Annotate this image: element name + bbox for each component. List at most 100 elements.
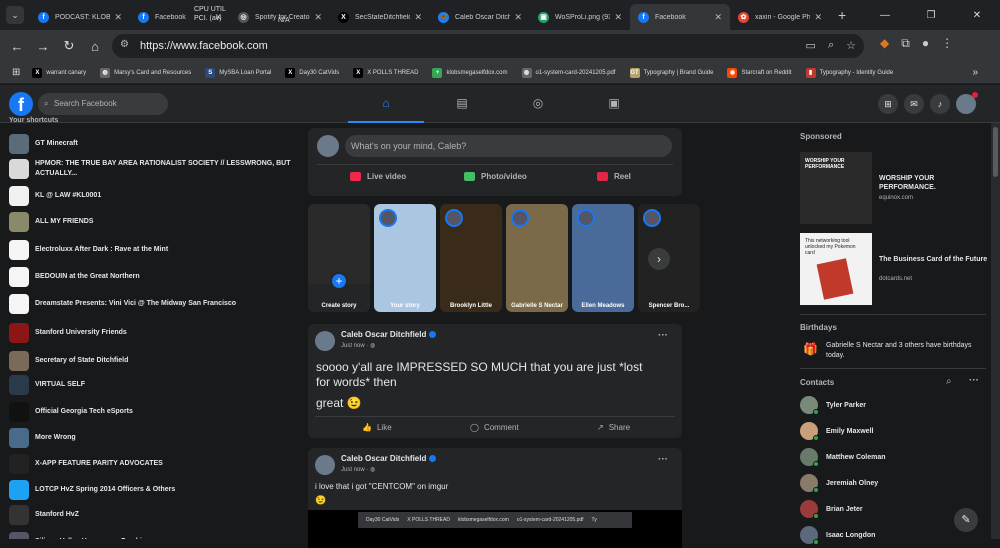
- post-avatar[interactable]: [315, 455, 335, 475]
- shortcut-item[interactable]: BEDOUIN at the Great Northern: [9, 267, 299, 287]
- live-video-button[interactable]: Live video: [350, 172, 406, 181]
- new-message-icon[interactable]: ✎: [954, 508, 978, 532]
- post-options-icon[interactable]: ···: [658, 330, 668, 341]
- post-author[interactable]: Caleb Oscar Ditchfield: [341, 330, 437, 339]
- shortcut-item[interactable]: Silicon Valley Humans vs Zombies: [9, 532, 299, 539]
- more-bookmarks-icon[interactable]: »: [972, 67, 978, 78]
- reload-icon[interactable]: ↻: [56, 38, 82, 54]
- story-card[interactable]: Ellen Meadows: [572, 204, 634, 312]
- share-button[interactable]: ↗ Share: [597, 423, 630, 432]
- tab-close-icon[interactable]: ✕: [414, 12, 422, 23]
- tab-close-icon[interactable]: ✕: [614, 12, 622, 23]
- contact-item[interactable]: Matthew Coleman: [800, 448, 886, 467]
- site-info-icon[interactable]: ⚙: [120, 39, 129, 50]
- post-timestamp[interactable]: Just now · ◍: [341, 342, 375, 349]
- ad-thumb[interactable]: WORSHIP YOUR PERFORMANCE: [800, 152, 872, 224]
- browser-tab[interactable]: ✿ xaxiri - Google Pho...✕: [730, 4, 830, 30]
- tab-close-icon[interactable]: ✕: [714, 12, 722, 23]
- contact-item[interactable]: Jeremiah Olney: [800, 474, 878, 493]
- post-timestamp[interactable]: Just now · ◍: [341, 466, 375, 473]
- contact-item[interactable]: Emily Maxwell: [800, 422, 873, 441]
- shortcut-item[interactable]: Secretary of State Ditchfield: [9, 351, 299, 371]
- shortcut-item[interactable]: VIRTUAL SELF: [9, 375, 299, 395]
- browser-tab[interactable]: ▣ WoSProLi.png (936...✕: [530, 4, 630, 30]
- tab-close-icon[interactable]: ✕: [514, 12, 522, 23]
- facebook-logo[interactable]: f: [9, 92, 33, 116]
- bookmark-item[interactable]: ▮ Typography - Identity Guide: [805, 67, 893, 78]
- extensions-icon[interactable]: ⧉: [901, 36, 910, 51]
- contacts-search-icon[interactable]: ⌕: [946, 376, 952, 387]
- back-icon[interactable]: ←: [4, 39, 30, 54]
- ad-title[interactable]: WORSHIP YOUR PERFORMANCE.: [879, 174, 979, 192]
- create-story-card[interactable]: + Create story: [308, 204, 370, 312]
- forward-icon[interactable]: →: [30, 39, 56, 54]
- reel-button[interactable]: Reel: [597, 172, 631, 181]
- apps-icon[interactable]: ⊞: [12, 67, 20, 78]
- contact-item[interactable]: Isaac Longdon: [800, 526, 875, 545]
- shortcut-item[interactable]: GT Minecraft: [9, 134, 299, 154]
- story-card[interactable]: Gabrielle S Nectar: [506, 204, 568, 312]
- stories-next-icon[interactable]: ›: [648, 248, 670, 270]
- notifications-icon[interactable]: ♪: [930, 94, 950, 114]
- ad-thumb[interactable]: This networking tool unlocked my Pokemon…: [800, 233, 872, 305]
- shortcut-item[interactable]: ALL MY FRIENDS: [9, 212, 299, 232]
- story-card[interactable]: Brooklyn Little: [440, 204, 502, 312]
- account-avatar[interactable]: [956, 92, 978, 114]
- ad-title[interactable]: The Business Card of the Future: [879, 255, 989, 264]
- scrollbar-thumb[interactable]: [993, 127, 998, 177]
- chrome-menu-icon[interactable]: ⋮: [941, 36, 953, 51]
- tab-search-button[interactable]: ⌄: [6, 6, 24, 24]
- shortcut-item[interactable]: HPMOR: THE TRUE BAY AREA RATIONALIST SOC…: [9, 159, 299, 179]
- bookmark-item[interactable]: X Day30 CatVids: [285, 67, 339, 78]
- bookmark-item[interactable]: + klobsmegaselfdox.com: [432, 67, 508, 78]
- shortcut-item[interactable]: Stanford HvZ: [9, 505, 299, 525]
- contact-item[interactable]: Tyler Parker: [800, 396, 866, 415]
- browser-tab[interactable]: f PODCAST: KLOB@...✕: [30, 4, 130, 30]
- menu-grid-icon[interactable]: ⊞: [878, 94, 898, 114]
- like-button[interactable]: 👍 Like: [362, 423, 392, 432]
- nav-groups-icon[interactable]: ◎: [500, 85, 576, 123]
- new-tab-button[interactable]: +: [838, 7, 846, 23]
- contact-item[interactable]: Brian Jeter: [800, 500, 863, 519]
- bookmark-item[interactable]: ◍ o1-system-card-20241205.pdf: [521, 67, 616, 78]
- post-avatar[interactable]: [315, 331, 335, 351]
- browser-tab[interactable]: f Facebook ✕: [630, 4, 730, 30]
- bookmark-star-icon[interactable]: ☆: [846, 39, 856, 52]
- cast-icon[interactable]: ▭: [806, 39, 816, 52]
- post-image[interactable]: Day30 CatVids X POLLS THREAD klobsmegaself…: [308, 510, 682, 548]
- metamask-icon[interactable]: ◆: [880, 36, 889, 51]
- nav-marketplace-icon[interactable]: ▤: [424, 85, 500, 123]
- close-window-icon[interactable]: ✕: [954, 10, 1000, 21]
- bookmark-item[interactable]: Xwarrant canary: [32, 67, 86, 78]
- browser-tab[interactable]: X SecStateDitchfield ✕: [330, 4, 430, 30]
- bookmark-item[interactable]: ◍ Marsy's Card and Resources: [100, 67, 191, 78]
- maximize-icon[interactable]: ❐: [908, 10, 954, 21]
- search-input[interactable]: ⌕ Search Facebook: [38, 93, 168, 115]
- minimize-icon[interactable]: —: [862, 10, 908, 21]
- bookmark-item[interactable]: XX POLLS THREAD: [353, 67, 418, 78]
- composer-input[interactable]: What's on your mind, Caleb?: [345, 135, 672, 157]
- bookmark-item[interactable]: S MySBA Loan Portal: [205, 67, 271, 78]
- shortcut-item[interactable]: Electroluxx After Dark : Rave at the Min…: [9, 240, 299, 260]
- home-icon[interactable]: ⌂: [82, 39, 108, 54]
- post-author[interactable]: Caleb Oscar Ditchfield: [341, 454, 437, 463]
- nav-gaming-icon[interactable]: ▣: [576, 85, 652, 123]
- shortcut-item[interactable]: Dreamstate Presents: Vini Vici @ The Mid…: [9, 294, 299, 314]
- contacts-options-icon[interactable]: ···: [969, 375, 979, 386]
- shortcut-item[interactable]: Stanford University Friends: [9, 323, 299, 343]
- shortcut-item[interactable]: More Wrong: [9, 428, 299, 448]
- shortcut-item[interactable]: LOTCP HvZ Spring 2014 Officers & Others: [9, 480, 299, 500]
- bookmark-item[interactable]: ◉ Starcraft on Reddit: [727, 67, 792, 78]
- messenger-icon[interactable]: ✉: [904, 94, 924, 114]
- bookmark-item[interactable]: GT Typography | Brand Guide: [629, 67, 713, 78]
- zoom-icon[interactable]: ⌕: [828, 39, 834, 52]
- page-scrollbar[interactable]: [991, 123, 1000, 539]
- tab-close-icon[interactable]: ✕: [114, 12, 122, 23]
- tab-close-icon[interactable]: ✕: [814, 12, 822, 23]
- tab-close-icon[interactable]: ✕: [314, 12, 322, 23]
- browser-tab[interactable]: 🦋 Caleb Oscar Ditchf...✕: [430, 4, 530, 30]
- nav-home-icon[interactable]: ⌂: [348, 85, 424, 123]
- post-options-icon[interactable]: ···: [658, 454, 668, 465]
- address-bar[interactable]: ⚙ https://www.facebook.com ▭ ⌕ ☆: [112, 34, 864, 58]
- shortcut-item[interactable]: X-APP FEATURE PARITY ADVOCATES: [9, 454, 299, 474]
